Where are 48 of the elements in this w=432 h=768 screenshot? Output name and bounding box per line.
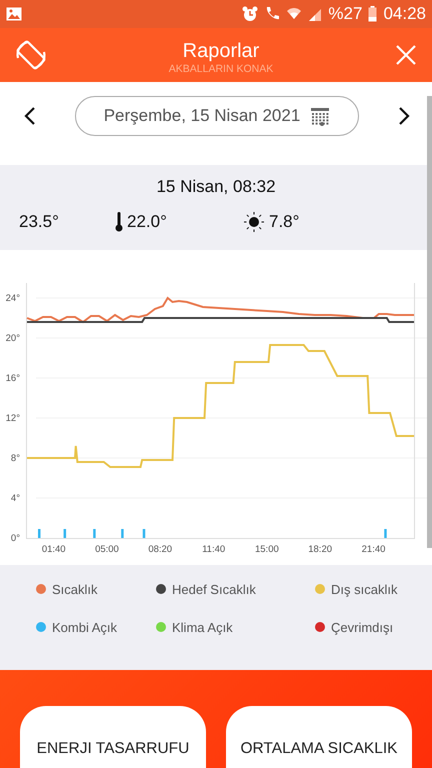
y-axis-label: 4° xyxy=(10,493,20,504)
location-subtitle: AKBALLARIN KONAK xyxy=(168,63,274,75)
heating-bar xyxy=(384,529,387,538)
alarm-icon xyxy=(242,6,258,22)
previous-day-button[interactable] xyxy=(24,106,36,126)
y-axis-label: 8° xyxy=(10,453,20,464)
date-picker[interactable]: Perşembe, 15 Nisan 2021 xyxy=(75,96,359,136)
clock-time: 04:28 xyxy=(383,4,426,24)
x-axis-label: 18:20 xyxy=(308,544,332,555)
legend-label: Hedef Sıcaklık xyxy=(172,582,256,596)
legend-label: Çevrimdışı xyxy=(331,620,394,634)
battery-icon xyxy=(368,6,378,22)
reading-time: 15 Nisan, 08:32 xyxy=(156,177,276,197)
rotate-screen-button[interactable] xyxy=(14,38,48,72)
legend-label: Kombi Açık xyxy=(52,620,118,634)
x-axis-label: 08:20 xyxy=(148,544,172,555)
heating-bar xyxy=(38,529,40,538)
calendar-icon xyxy=(310,106,330,126)
next-day-button[interactable] xyxy=(398,106,410,126)
y-axis-label: 0° xyxy=(10,533,20,544)
sun-icon xyxy=(243,211,265,233)
y-axis-label: 20° xyxy=(6,333,20,344)
outdoor-temperature: 7.8° xyxy=(269,212,300,232)
x-axis-label: 11:40 xyxy=(202,544,226,555)
legend-label: Dış sıcaklık xyxy=(331,582,398,596)
y-axis-label: 12° xyxy=(6,413,20,424)
report-card[interactable]: ORTALAMA SICAKLIK xyxy=(226,706,412,768)
heating-bar xyxy=(64,529,66,538)
x-axis-label: 05:00 xyxy=(95,544,119,555)
room-temperature: 23.5° xyxy=(19,212,59,232)
close-button[interactable] xyxy=(394,43,418,67)
y-axis-label: 16° xyxy=(6,373,20,384)
legend-label: Klima Açık xyxy=(172,620,233,634)
y-axis-label: 24° xyxy=(6,293,20,304)
legend-label: Sıcaklık xyxy=(52,582,98,596)
x-axis-label: 21:40 xyxy=(362,544,386,555)
target-temperature: 22.0° xyxy=(127,212,167,232)
screen-title: Raporlar xyxy=(182,39,260,63)
battery-percentage: %27 xyxy=(328,4,362,24)
phone-icon xyxy=(264,6,280,22)
x-axis-label: 01:40 xyxy=(42,544,66,555)
heating-bar xyxy=(142,529,146,538)
heating-bar xyxy=(93,529,96,538)
thermometer-icon xyxy=(115,212,123,232)
report-card[interactable]: ENERJI TASARRUFU xyxy=(20,706,206,768)
image-icon xyxy=(6,7,22,21)
x-axis-label: 15:00 xyxy=(254,544,279,555)
heating-bar xyxy=(121,529,124,538)
